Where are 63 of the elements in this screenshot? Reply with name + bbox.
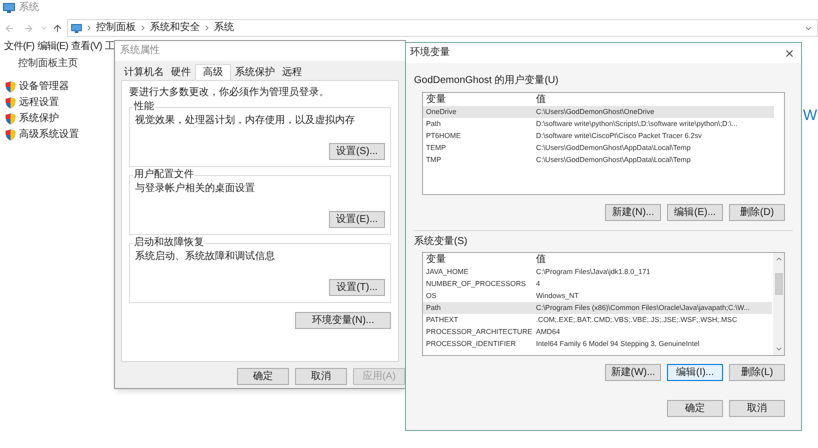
shield-icon [5,81,16,93]
environment-variables-button[interactable]: 环境变量(N)... [295,312,391,329]
group-description: 视觉效果，处理器计划，内存使用，以及虚拟内存 [135,116,356,126]
column-header[interactable]: 变量 [423,254,536,264]
shield-icon [5,129,16,141]
sidebar-link[interactable]: 设备管理器 [19,82,69,92]
column-header[interactable]: 值 [536,254,546,264]
admin-note: 要进行大多数更改，你必须作为管理员登录。 [129,88,330,98]
computer-icon [71,24,82,32]
menu-item[interactable]: 工 [104,42,114,52]
shield-icon [5,113,16,125]
dialog-button[interactable]: 取消 [295,368,347,385]
up-icon[interactable] [52,22,63,34]
scroll-down-icon[interactable] [774,345,782,353]
breadcrumb-item[interactable]: 系统和安全 [150,23,200,33]
tab[interactable]: 系统保护 [232,66,278,80]
group-description: 与登录帐户相关的桌面设置 [135,184,256,194]
menu-item[interactable]: 文件(F) [4,42,34,52]
variable-button[interactable]: 编辑(I)... [667,364,723,381]
column-header[interactable]: 变量 [423,94,536,104]
sidebar-link[interactable]: 高级系统设置 [19,130,79,140]
section-label: GodDemonGhost 的用户变量(U) [413,76,560,86]
column-header[interactable]: 值 [536,94,546,104]
variable-button[interactable]: 新建(N)... [605,204,661,221]
sidebar-link[interactable]: 系统保护 [19,114,59,124]
sidebar-link[interactable]: 远程设置 [19,98,59,108]
breadcrumb-item[interactable]: 系统 [214,23,234,33]
separator-icon [203,24,211,32]
tab[interactable]: 硬件 [168,66,194,80]
menu-item[interactable]: 查看(V) [71,42,102,52]
scrollbar-thumb[interactable] [774,273,782,295]
close-icon[interactable] [784,48,795,58]
scrollbar[interactable] [773,253,784,355]
tab[interactable]: 高级 [195,64,231,80]
variable-button[interactable]: 新建(W)... [605,364,661,381]
shield-icon [5,97,16,109]
computer-icon [3,3,15,13]
separator-icon [85,24,93,32]
window-title: 系统 [19,3,39,13]
variable-button[interactable]: 删除(D) [729,204,785,221]
dialog-button[interactable]: 确定 [667,400,723,417]
variable-button[interactable]: 删除(L) [729,364,785,381]
group-title: 启动和故障恢复 [133,238,205,248]
address-bar[interactable]: 控制面板 系统和安全 系统 [67,19,818,37]
group-title: 用户配置文件 [133,170,195,180]
tab[interactable]: 远程 [279,66,305,80]
variable-button[interactable]: 编辑(E)... [667,204,723,221]
section-label: 系统变量(S) [413,237,468,247]
breadcrumb-item[interactable]: 控制面板 [96,23,136,33]
settings-button[interactable]: 设置(T)... [329,279,385,296]
settings-button[interactable]: 设置(E)... [329,211,385,228]
menu-item[interactable]: 编辑(E) [37,42,68,52]
separator-icon [139,24,147,32]
group-description: 系统启动、系统故障和调试信息 [135,252,276,262]
dialog-button[interactable]: 取消 [729,400,785,417]
scroll-up-icon[interactable] [774,255,782,263]
dialog-title: 环境变量 [410,48,450,58]
group-title: 性能 [133,102,155,112]
tab[interactable]: 计算机名 [121,66,167,80]
settings-button[interactable]: 设置(S)... [329,143,385,160]
dialog-title: 系统属性 [120,46,160,56]
heading-fragment: W [803,108,818,123]
dialog-button[interactable]: 确定 [237,368,289,385]
